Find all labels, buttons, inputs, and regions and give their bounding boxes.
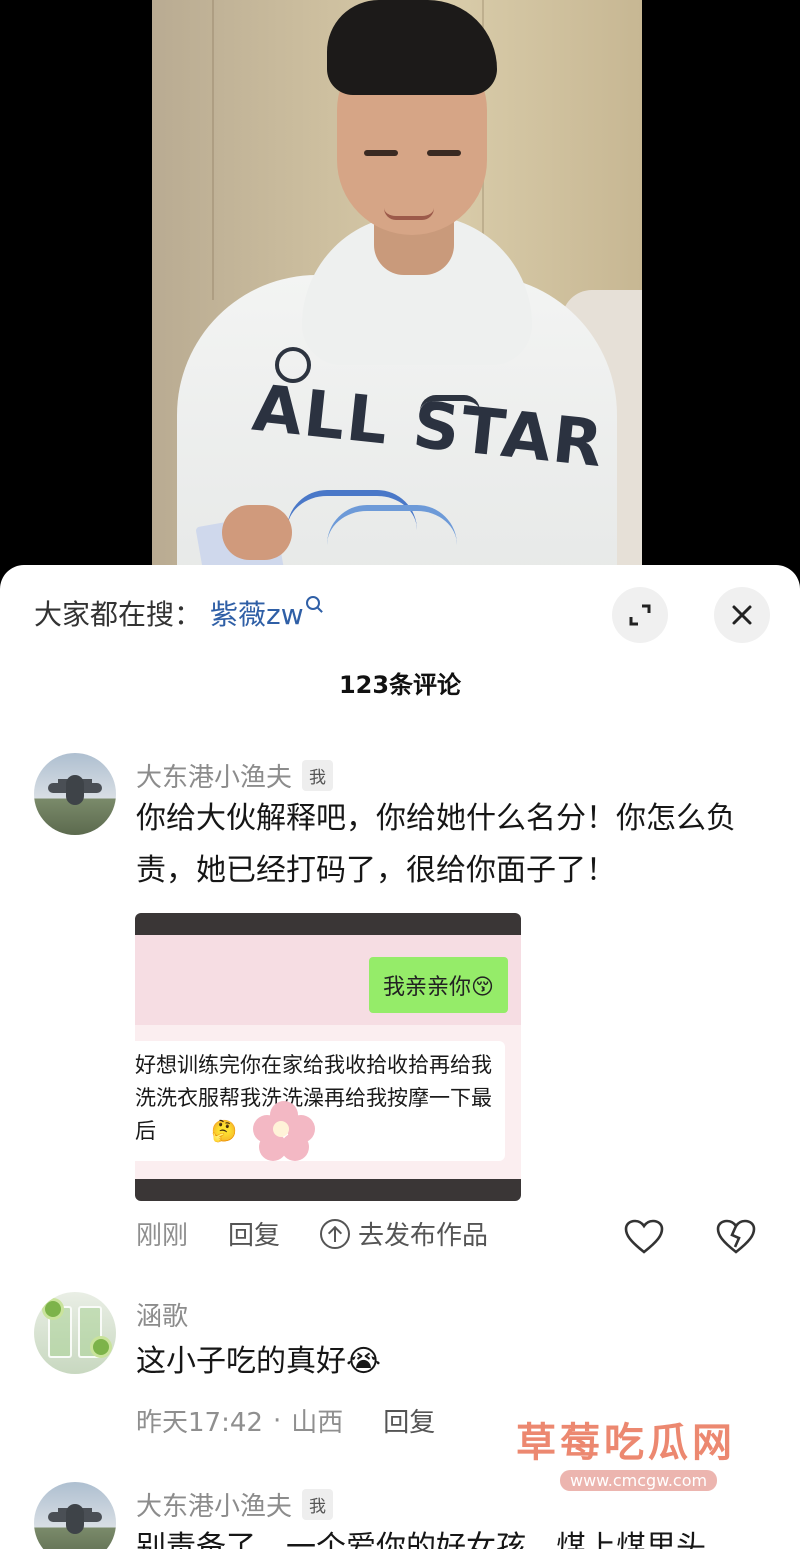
plane-fuselage bbox=[66, 775, 84, 805]
wall-panel-line bbox=[212, 0, 214, 300]
mouth bbox=[384, 208, 434, 220]
reply-button[interactable]: 回复 bbox=[383, 1402, 435, 1439]
comment-header: 大东港小渔夫 我 bbox=[136, 1486, 334, 1523]
comment-image[interactable]: 我亲亲你😚 好想训练完你在家给我收拾收拾再给我洗洗衣服帮我洗洗澡再给我按摩一下最… bbox=[135, 913, 521, 1201]
site-watermark: 草莓吃瓜网 www.cmcgw.com bbox=[516, 1410, 776, 1491]
trending-search-term[interactable]: 紫薇zw bbox=[210, 593, 304, 633]
publish-work-button[interactable]: 去发布作品 bbox=[320, 1215, 488, 1252]
comment-time: 刚刚 bbox=[136, 1221, 189, 1251]
expand-icon bbox=[629, 604, 651, 626]
avatar[interactable] bbox=[34, 1482, 116, 1549]
comment-count: 123条评论 bbox=[338, 671, 462, 699]
comment-sheet: 大家都在搜： 紫薇zw 123条评论 大东港小渔夫 我 你给大伙解释吧，你给她什… bbox=[0, 565, 800, 1549]
trending-search-label: 大家都在搜： bbox=[34, 598, 203, 631]
avatar[interactable] bbox=[34, 1292, 116, 1374]
watermark-url: www.cmcgw.com bbox=[560, 1470, 718, 1491]
user-name[interactable]: 涵歌 bbox=[136, 1296, 188, 1333]
search-icon bbox=[305, 596, 320, 610]
flower-sticker-icon bbox=[253, 1101, 315, 1163]
eye bbox=[427, 150, 461, 156]
chat-bubble-sent: 我亲亲你😚 bbox=[369, 957, 508, 1013]
avatar[interactable] bbox=[34, 753, 116, 835]
comment-text: 你给大伙解释吧，你给她什么名分！你怎么负责，她已经打码了，很给你面子了！ bbox=[136, 801, 736, 888]
comment-location: 山西 bbox=[291, 1408, 344, 1438]
reply-button[interactable]: 回复 bbox=[228, 1215, 280, 1252]
chat-bubble-received: 好想训练完你在家给我收拾收拾再给我洗洗衣服帮我洗洗澡再给我按摩一下最后 🤔 bbox=[135, 1041, 505, 1161]
dislike-broken-heart-icon[interactable] bbox=[716, 1219, 756, 1255]
flower-center bbox=[273, 1121, 289, 1137]
close-icon bbox=[732, 605, 752, 625]
eye bbox=[364, 150, 398, 156]
me-badge: 我 bbox=[302, 1489, 334, 1520]
expand-button[interactable] bbox=[612, 587, 668, 643]
comment-time: 昨天17:42 bbox=[136, 1408, 263, 1438]
comment-text: 这小子吃的真好😭 bbox=[136, 1344, 382, 1379]
user-name[interactable]: 大东港小渔夫 bbox=[136, 1486, 292, 1523]
close-button[interactable] bbox=[714, 587, 770, 643]
chat-screenshot: 我亲亲你😚 好想训练完你在家给我收拾收拾再给我洗洗衣服帮我洗洗澡再给我按摩一下最… bbox=[135, 935, 521, 1179]
upload-icon bbox=[320, 1218, 351, 1249]
comment-meta: 昨天17:42 · 山西 回复 bbox=[136, 1402, 475, 1439]
wave-graphic bbox=[327, 505, 457, 545]
like-heart-icon[interactable] bbox=[624, 1219, 664, 1255]
petal bbox=[281, 1133, 309, 1161]
publish-work-label: 去发布作品 bbox=[358, 1221, 489, 1251]
video-frame: ALL STAR bbox=[152, 0, 642, 600]
comment-header: 涵歌 bbox=[136, 1296, 188, 1333]
watermark-title: 草莓吃瓜网 bbox=[516, 1420, 736, 1466]
video-player[interactable]: ALL STAR bbox=[0, 0, 800, 600]
comment-meta: 刚刚 回复 去发布作品 bbox=[136, 1215, 488, 1252]
plane-fuselage bbox=[66, 1504, 84, 1534]
trending-search[interactable]: 大家都在搜： 紫薇zw bbox=[34, 593, 320, 633]
hair bbox=[327, 0, 497, 95]
me-badge: 我 bbox=[302, 760, 334, 791]
meta-separator: · bbox=[272, 1405, 282, 1436]
hand bbox=[222, 505, 292, 560]
comment-header: 大东港小渔夫 我 bbox=[136, 757, 334, 794]
lime bbox=[90, 1336, 112, 1358]
user-name[interactable]: 大东港小渔夫 bbox=[136, 757, 292, 794]
lime bbox=[42, 1298, 64, 1320]
comment-text: 别责备了，一个爱你的好女孩，煤上煤里头 bbox=[136, 1530, 706, 1549]
